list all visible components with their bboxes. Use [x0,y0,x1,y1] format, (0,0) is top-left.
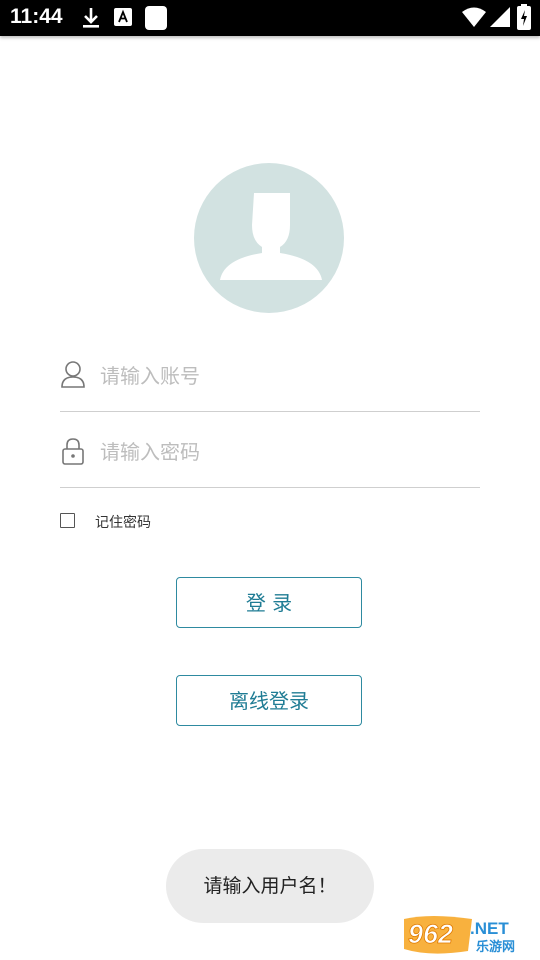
download-icon [80,6,102,34]
svg-text:乐游网: 乐游网 [476,939,515,955]
battery-charging-icon [517,4,531,34]
status-bar: 11:44 [0,0,540,36]
cellular-signal-icon [490,7,510,31]
status-time: 11:44 [10,5,63,28]
watermark-logo: 962 .NET 乐游网 [402,915,534,955]
wifi-icon [462,7,486,31]
brand-watermark: 962 .NET 乐游网 [400,913,536,955]
offline-login-button[interactable]: 离线登录 [176,675,362,726]
password-input[interactable] [100,436,470,468]
username-field [60,352,480,402]
username-input[interactable] [100,360,470,392]
svg-text:962: 962 [408,919,453,949]
user-icon [60,360,86,392]
lock-icon [60,436,86,470]
remember-password-checkbox[interactable] [60,513,75,528]
avatar [194,163,344,313]
password-field [60,428,480,478]
blank-square-icon [145,6,167,34]
remember-password-label: 记住密码 [95,515,151,531]
password-underline [60,487,480,488]
user-silhouette-icon [220,193,322,280]
login-button[interactable]: 登 录 [176,577,362,628]
svg-text:.NET: .NET [470,919,509,938]
a-box-icon [114,8,132,30]
username-underline [60,411,480,412]
toast-message: 请输入用户名！ [166,849,374,923]
